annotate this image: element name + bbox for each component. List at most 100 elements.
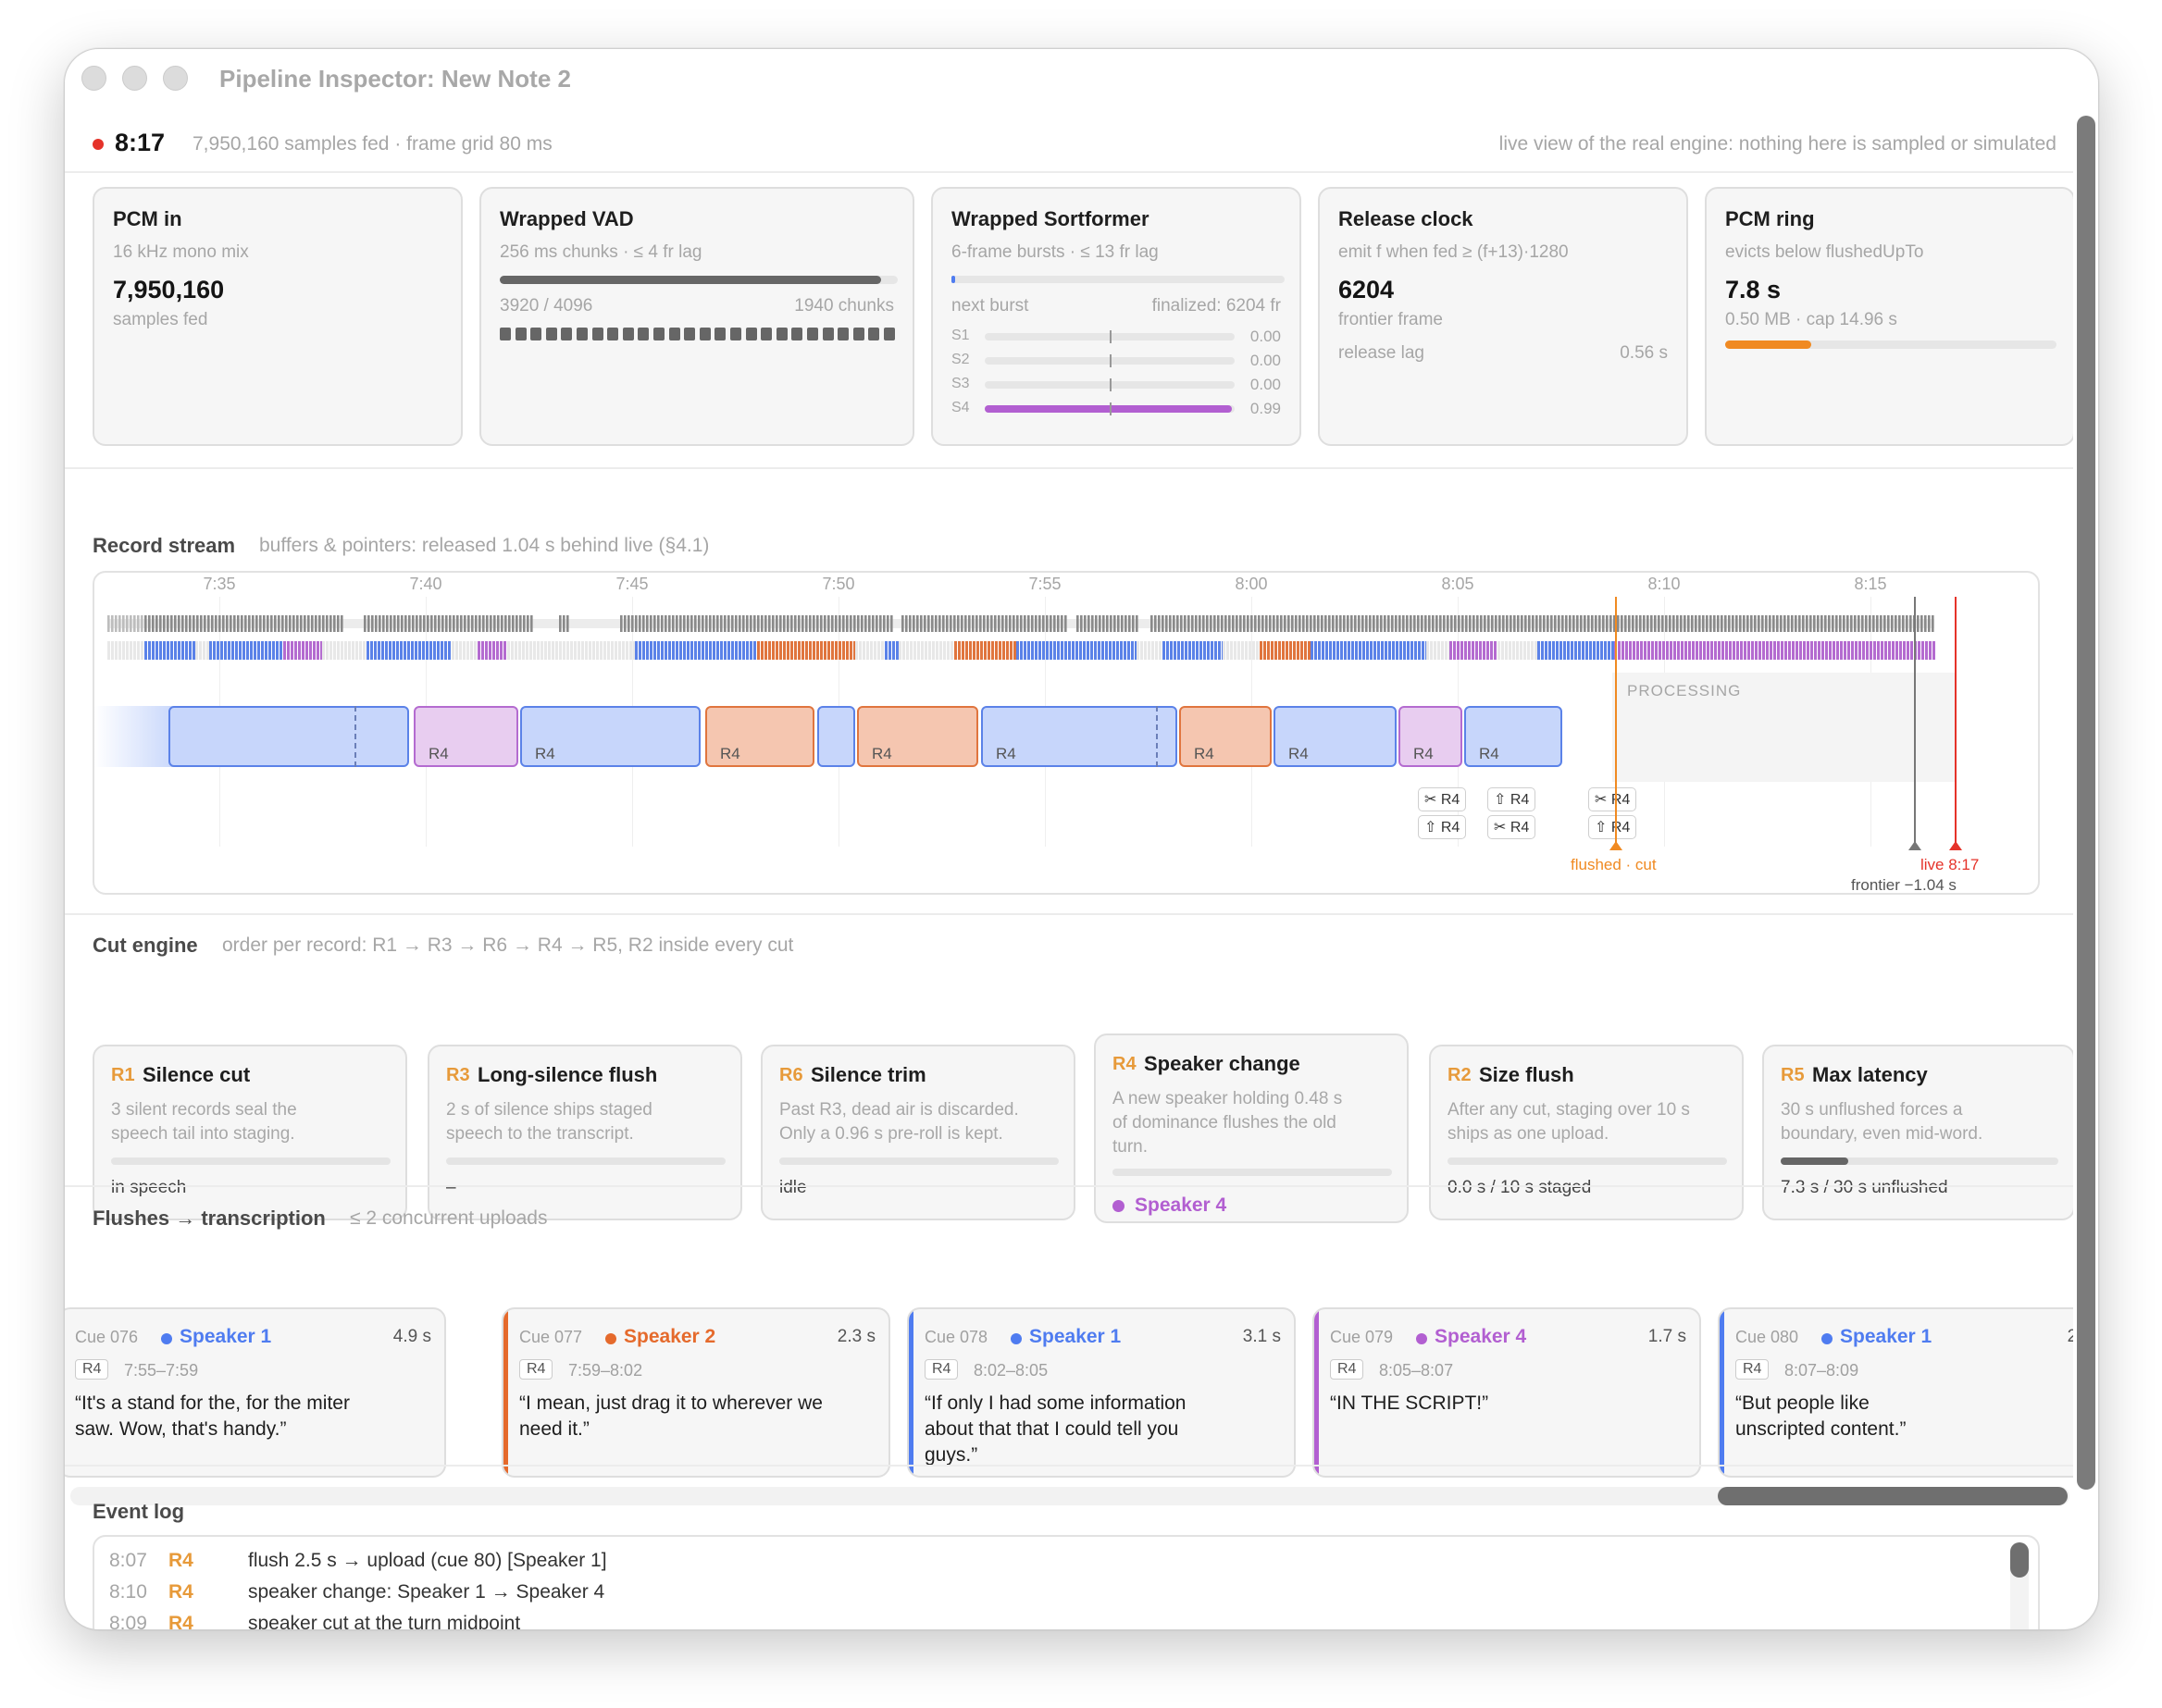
vad-frame-mark [170, 615, 173, 632]
horizontal-scroll-thumb[interactable] [1718, 1487, 2068, 1505]
sortformer-card: Wrapped Sortformer 6-frame bursts · ≤ 13… [931, 187, 1301, 446]
vad-frame-mark [204, 615, 206, 632]
flush-card[interactable]: Cue 079 Speaker 4 1.7 s R4 8:05–8:07 “IN THE … [1312, 1307, 1701, 1478]
speaker-frame-mark [1370, 641, 1373, 660]
record-stream-title: Record stream [93, 534, 236, 557]
cut-rule-card[interactable]: R5 Max latency 30 s unflushed forces a boun… [1762, 1045, 2073, 1220]
speaker-frame-mark [1437, 641, 1440, 660]
vad-frame-mark [1595, 615, 1597, 632]
event-log-list[interactable]: 8:07 R4 flush 2.5 s → upload (cue 80) [Spe… [93, 1535, 2040, 1629]
speaker-frame-mark [1666, 641, 1669, 660]
minimize-window-button[interactable] [122, 66, 147, 91]
vad-frame-mark [200, 615, 203, 632]
vad-frame-mark [876, 615, 878, 632]
vad-frame-mark [1106, 615, 1109, 632]
speaker-frame-mark [1388, 641, 1391, 660]
cut-rule-card[interactable]: R6 Silence trim Past R3, dead air is disca… [761, 1045, 1075, 1220]
speaker-frame-mark [206, 641, 209, 660]
rule-state: Speaker 4 [1135, 1194, 1227, 1216]
flush-card[interactable]: Cue 076 Speaker 1 4.9 s R4 7:55–7:59 “It's a … [65, 1307, 446, 1478]
vad-frame-mark [1064, 615, 1067, 632]
speaker-frame-mark [309, 641, 312, 660]
vad-frame-mark [1917, 615, 1920, 632]
flush-card[interactable]: Cue 078 Speaker 1 3.1 s R4 8:02–8:05 “If only… [907, 1307, 1296, 1478]
timeline-segment[interactable]: R4 [414, 706, 518, 767]
vad-frame-mark [1417, 615, 1420, 632]
vad-frame-mark [931, 615, 934, 632]
vad-frame-mark [401, 615, 404, 632]
window-vertical-scrollbar[interactable] [2077, 116, 2095, 1490]
cut-rule-card[interactable]: R1 Silence cut 3 silent records seal the sp… [93, 1045, 407, 1220]
timeline-segment[interactable]: R4 [981, 706, 1177, 767]
vad-chunk-block [561, 328, 573, 340]
cut-rule-card[interactable]: R2 Size flush After any cut, staging over … [1429, 1045, 1744, 1220]
segment-label: R4 [1479, 745, 1499, 762]
speaker-frame-mark [1453, 641, 1456, 660]
timeline-segment[interactable]: R4 [1464, 706, 1562, 767]
close-window-button[interactable] [81, 66, 106, 91]
speaker-activity-bar [985, 402, 1235, 415]
speaker-frame-mark [1718, 641, 1721, 660]
card-title: Wrapped VAD [500, 207, 634, 230]
vad-chunk-blocks [500, 328, 898, 340]
timeline-segment[interactable] [817, 706, 855, 767]
speaker-frame-mark [167, 641, 169, 660]
speaker-frame-mark [302, 641, 304, 660]
record-stream-timeline[interactable]: 7:35 7:40 7:45 7:50 7:55 8:00 8:05 8:10 8:15 PRO… [93, 571, 2040, 895]
vad-frame-mark [1005, 615, 1008, 632]
timeline-segment[interactable]: R4 [1179, 706, 1272, 767]
rule-id: R3 [446, 1065, 470, 1085]
cut-rule-card[interactable]: R4 Speaker change A new speaker holding 0.… [1094, 1033, 1409, 1223]
timeline-segment[interactable]: R4 [1274, 706, 1397, 767]
speaker-frame-mark [126, 641, 129, 660]
speaker-frame-mark [1725, 641, 1728, 660]
vad-frame-mark [1654, 615, 1657, 632]
vad-frame-mark [1606, 615, 1609, 632]
flush-card[interactable]: Cue 080 Speaker 1 2.5 R4 8:07–8:09 “But peopl… [1718, 1307, 2073, 1478]
vad-frame-mark [883, 615, 886, 632]
timeline-segment[interactable]: R4 [520, 706, 701, 767]
vad-frame-mark [1413, 615, 1416, 632]
vad-frame-mark [1080, 615, 1083, 632]
chip-upload-r4[interactable]: ⇧ R4 [1418, 815, 1467, 839]
timeline-segment[interactable] [168, 706, 409, 767]
speaker-dot-icon [161, 1333, 172, 1344]
vad-frame-mark [115, 615, 118, 632]
speaker-frame-mark [250, 641, 253, 660]
chip-upload-r4[interactable]: ⇧ R4 [1588, 815, 1637, 839]
log-scroll-thumb[interactable] [2010, 1542, 2029, 1578]
transcript-quote: “It's a stand for the, for the miter saw.… [75, 1391, 444, 1442]
vad-frame-mark [1621, 615, 1623, 632]
chip-cut-r4[interactable]: ✂ R4 [1487, 815, 1536, 839]
speaker-frame-mark [928, 641, 931, 660]
vad-frame-mark [1761, 615, 1764, 632]
flush-card[interactable]: Cue 077 Speaker 2 2.3 s R4 7:59–8:02 “I mean,… [502, 1307, 890, 1478]
vad-frame-mark [1210, 615, 1212, 632]
cut-rule-card[interactable]: R3 Long-silence flush 2 s of silence ships… [428, 1045, 742, 1220]
speaker-frame-mark [1333, 641, 1336, 660]
chip-cut-r4[interactable]: ✂ R4 [1588, 787, 1637, 811]
speaker-frame-mark [874, 641, 876, 660]
vad-frame-mark [698, 615, 701, 632]
speaker-frame-mark [676, 641, 678, 660]
timeline-segment[interactable]: R4 [857, 706, 978, 767]
vad-frame-mark [979, 615, 982, 632]
chip-upload-r4[interactable]: ⇧ R4 [1487, 787, 1536, 811]
vad-frame-mark [631, 615, 634, 632]
timeline-segment[interactable]: R4 [1398, 706, 1462, 767]
timeline-segment[interactable]: R4 [705, 706, 814, 767]
rule-description: A new speaker holding 0.48 s of dominance… [1112, 1087, 1342, 1159]
log-scroll-track[interactable] [2010, 1542, 2029, 1629]
speaker-frame-mark [426, 641, 429, 660]
speaker-frame-mark [155, 641, 158, 660]
vad-frame-mark [501, 615, 503, 632]
chip-cut-r4[interactable]: ✂ R4 [1418, 787, 1467, 811]
speaker-frame-mark [489, 641, 491, 660]
vad-frame-mark [1261, 615, 1264, 632]
vad-frame-mark [516, 615, 518, 632]
horizontal-scroll-track[interactable] [70, 1487, 2069, 1505]
vad-frame-mark [690, 615, 693, 632]
zoom-window-button[interactable] [163, 66, 188, 91]
vad-frame-mark [278, 615, 280, 632]
vad-frame-mark [687, 615, 690, 632]
